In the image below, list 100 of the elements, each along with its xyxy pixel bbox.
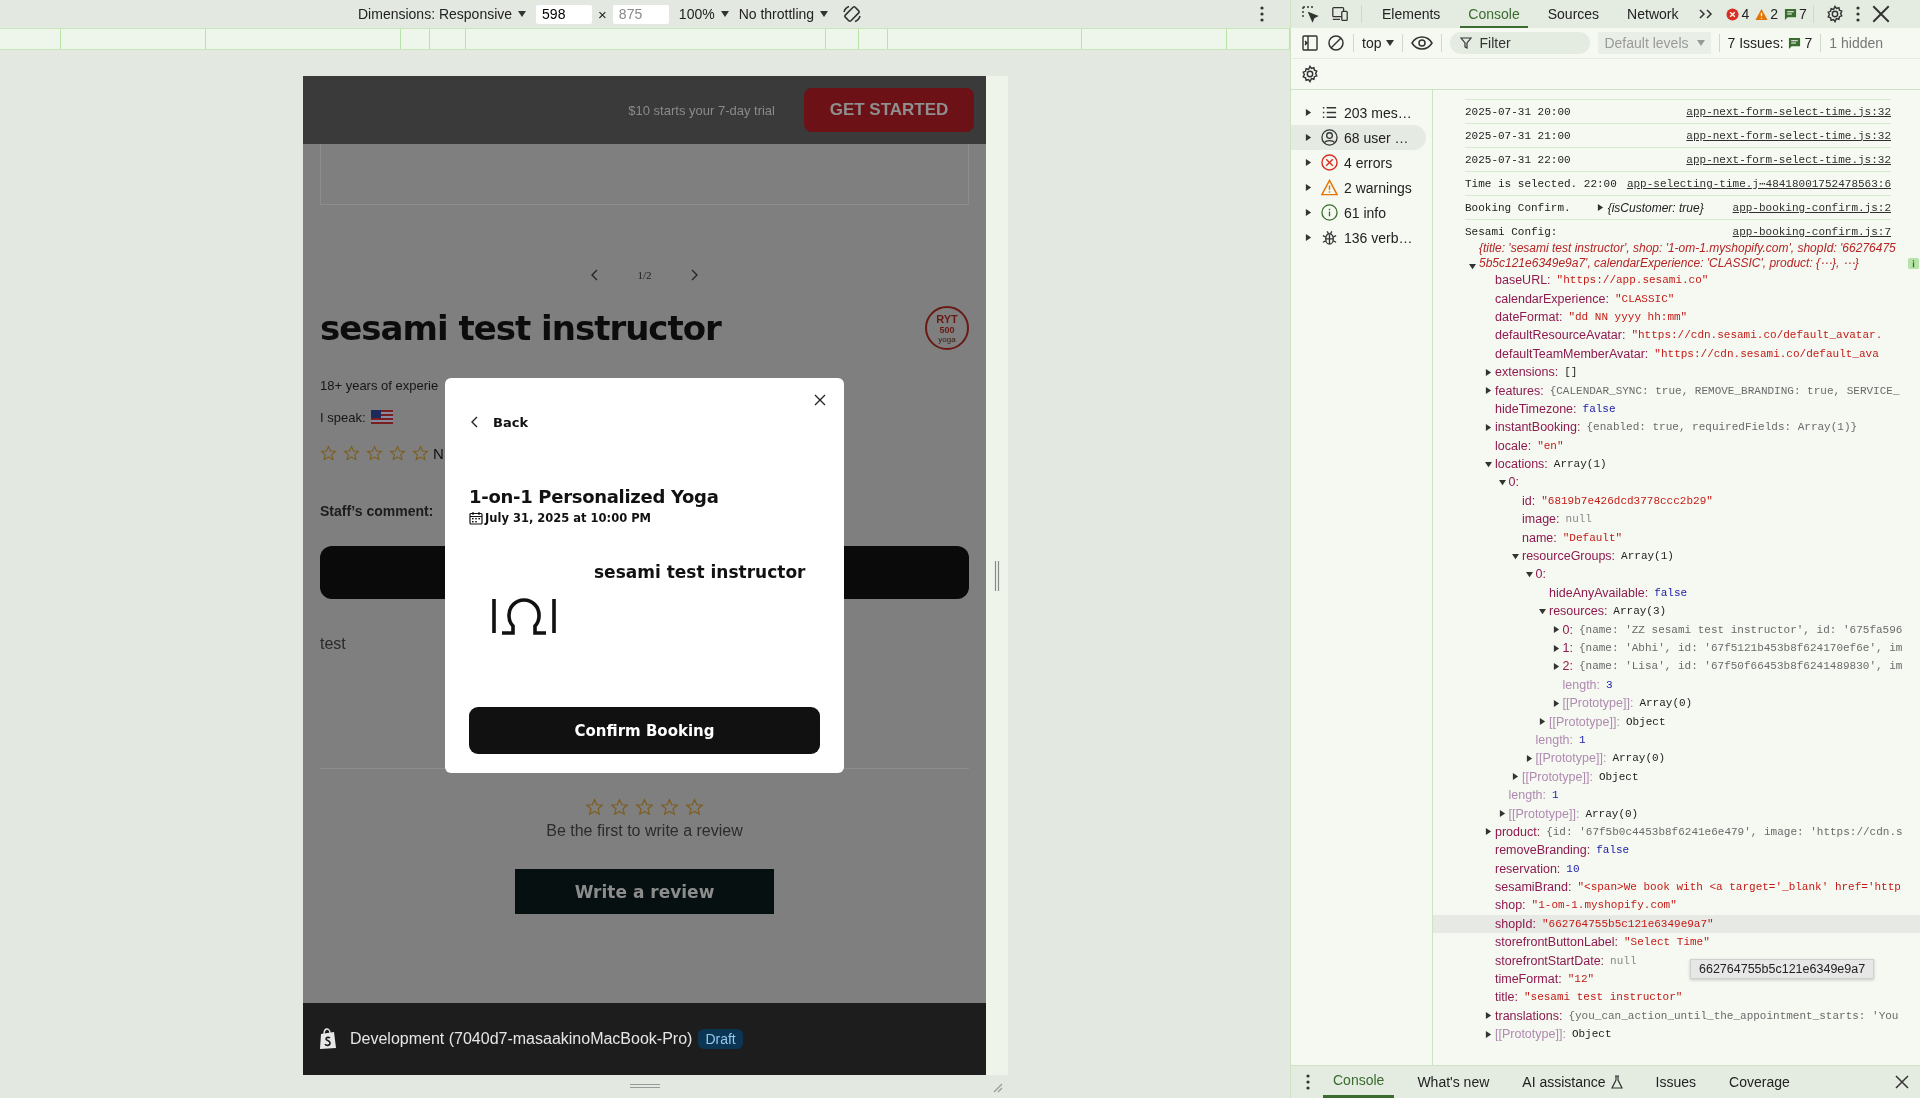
expand-triangle-icon[interactable] [1469, 263, 1476, 270]
settings-icon[interactable] [1301, 65, 1319, 83]
source-link[interactable]: app-next-form-select-time.js:32 [1686, 105, 1891, 118]
property-value: "Select Time" [1624, 936, 1710, 949]
resize-handle-icon[interactable] [994, 560, 1000, 591]
throttling-dropdown[interactable]: No throttling [738, 6, 829, 22]
dimensions-dropdown[interactable]: Dimensions: Responsive [358, 6, 527, 22]
bug-icon [1321, 229, 1338, 246]
rotate-icon[interactable] [842, 4, 863, 24]
expand-triangle-icon[interactable] [1552, 644, 1560, 652]
drawer-tab[interactable]: Issues [1645, 1066, 1707, 1098]
property-name: reservation: [1495, 861, 1561, 876]
property-value: "en" [1537, 439, 1564, 452]
sidebar-item[interactable]: 4 errors [1291, 150, 1426, 175]
message-count[interactable]: 4 [1726, 6, 1750, 22]
next-icon[interactable] [689, 269, 698, 281]
warning-icon [1321, 179, 1338, 196]
height-field[interactable]: 875 [612, 4, 669, 24]
property-value: "1-om-1.myshopify.com" [1531, 899, 1677, 912]
expand-triangle-icon[interactable] [1485, 828, 1492, 836]
expand-triangle-icon[interactable] [1525, 570, 1533, 578]
message-count[interactable]: 7 [1784, 6, 1807, 22]
object-preview[interactable]: {title: 'sesami test instructor', shop: '1-om-1.myshopify.com', shopId: '662764755b5c121e6349e9a7', calendarExperience: 'CLASSIC', product: {⋯}, ⋯} [1479, 241, 1899, 271]
write-review-button[interactable]: Write a review [515, 869, 774, 914]
device-toggle-icon[interactable] [1331, 5, 1349, 23]
sidebar-item[interactable]: 2 warnings [1291, 175, 1426, 200]
more-tabs-icon[interactable] [1698, 8, 1715, 20]
source-link[interactable]: app-next-form-select-time.js:32 [1686, 129, 1891, 142]
more-options-icon[interactable] [1260, 6, 1264, 22]
close-icon[interactable] [1871, 5, 1890, 23]
issues-link[interactable]: 7 Issues: 7 [1727, 35, 1813, 51]
expand-triangle-icon[interactable] [1525, 754, 1533, 762]
expand-triangle-icon[interactable] [1498, 479, 1506, 486]
more-options-icon[interactable] [1306, 1074, 1310, 1090]
expand-triangle-icon[interactable] [1596, 204, 1604, 211]
expand-triangle-icon[interactable] [1539, 718, 1546, 726]
resize-handle-icon[interactable] [630, 1083, 660, 1089]
expand-triangle-icon[interactable] [1305, 184, 1312, 191]
close-icon[interactable] [814, 394, 826, 406]
filter-icon [1460, 37, 1473, 49]
width-field[interactable]: 598 [536, 4, 593, 24]
drawer-tab[interactable]: Console [1323, 1066, 1395, 1098]
expand-triangle-icon[interactable] [1305, 109, 1312, 116]
filter-field[interactable]: Filter [1450, 32, 1591, 54]
expand-triangle-icon[interactable] [1539, 607, 1546, 615]
property-name: image: [1522, 512, 1560, 527]
expand-triangle-icon[interactable] [1485, 368, 1492, 376]
more-options-icon[interactable] [1855, 6, 1860, 22]
expand-triangle-icon[interactable] [1305, 234, 1312, 241]
expand-triangle-icon[interactable] [1485, 1030, 1492, 1038]
zoom-dropdown[interactable]: 100% [678, 6, 729, 22]
clear-console-icon[interactable] [1327, 34, 1345, 52]
context-dropdown[interactable]: top [1362, 35, 1395, 51]
inspect-icon[interactable] [1301, 5, 1319, 23]
sidebar-item[interactable]: 136 verb… [1291, 225, 1426, 250]
expand-triangle-icon[interactable] [1485, 423, 1492, 431]
property-name: 0: [1535, 567, 1546, 582]
drawer-tab[interactable]: AI assistance [1512, 1066, 1633, 1098]
drawer-tab[interactable]: Coverage [1719, 1066, 1800, 1098]
devtools-tab[interactable]: Console [1460, 0, 1528, 28]
source-link[interactable]: app-booking-confirm.js:2 [1732, 201, 1891, 214]
devtools-tab[interactable]: Sources [1539, 0, 1608, 28]
devtools-tab[interactable]: Network [1619, 0, 1687, 28]
source-link[interactable]: app-booking-confirm.js:7 [1732, 225, 1891, 238]
expand-triangle-icon[interactable] [1305, 159, 1312, 166]
sidebar-toggle-icon[interactable] [1301, 34, 1319, 52]
expand-triangle-icon[interactable] [1485, 1012, 1492, 1020]
settings-icon[interactable] [1825, 5, 1844, 23]
sidebar-item[interactable]: 61 info [1291, 200, 1426, 225]
property-name: hideTimezone: [1495, 401, 1577, 416]
expand-triangle-icon[interactable] [1552, 699, 1560, 707]
close-icon[interactable] [1895, 1075, 1909, 1089]
expand-triangle-icon[interactable] [1512, 773, 1519, 781]
devtools-tab[interactable]: Elements [1374, 0, 1449, 28]
drawer-tab[interactable]: What's new [1407, 1066, 1500, 1098]
back-link[interactable]: Back [469, 412, 529, 432]
expand-triangle-icon[interactable] [1552, 626, 1560, 634]
expand-triangle-icon[interactable] [1552, 662, 1560, 670]
expand-triangle-icon[interactable] [1485, 460, 1492, 468]
expand-triangle-icon[interactable] [1305, 134, 1312, 141]
sidebar-item[interactable]: 68 user … [1291, 125, 1426, 150]
object-preview[interactable]: {isCustomer: true} [1607, 200, 1704, 215]
expand-triangle-icon[interactable] [1498, 810, 1506, 817]
get-started-button[interactable]: GET STARTED [804, 88, 974, 132]
experience-text: 18+ years of experie [320, 377, 439, 395]
confirm-booking-button[interactable]: Confirm Booking [469, 707, 820, 754]
logo-icon [490, 595, 558, 635]
sidebar-item[interactable]: 203 mes… [1291, 100, 1426, 125]
warning-icon [1755, 7, 1769, 21]
expand-triangle-icon[interactable] [1512, 552, 1519, 560]
source-link[interactable]: app-next-form-select-time.js:32 [1686, 153, 1891, 166]
eye-icon[interactable] [1411, 36, 1434, 50]
expand-triangle-icon[interactable] [1485, 387, 1492, 395]
expand-triangle-icon[interactable] [1305, 209, 1312, 216]
property-value: "<span>We book with <a target='_blank' href='http [1577, 881, 1901, 894]
message-count[interactable]: 2 [1755, 6, 1779, 22]
property-name: 1: [1562, 641, 1573, 655]
property-value: "https://app.sesami.co" [1556, 274, 1709, 287]
source-link[interactable]: app-selecting-time.j⋯48418001752478563:6 [1626, 177, 1891, 190]
previous-icon[interactable] [591, 269, 600, 281]
